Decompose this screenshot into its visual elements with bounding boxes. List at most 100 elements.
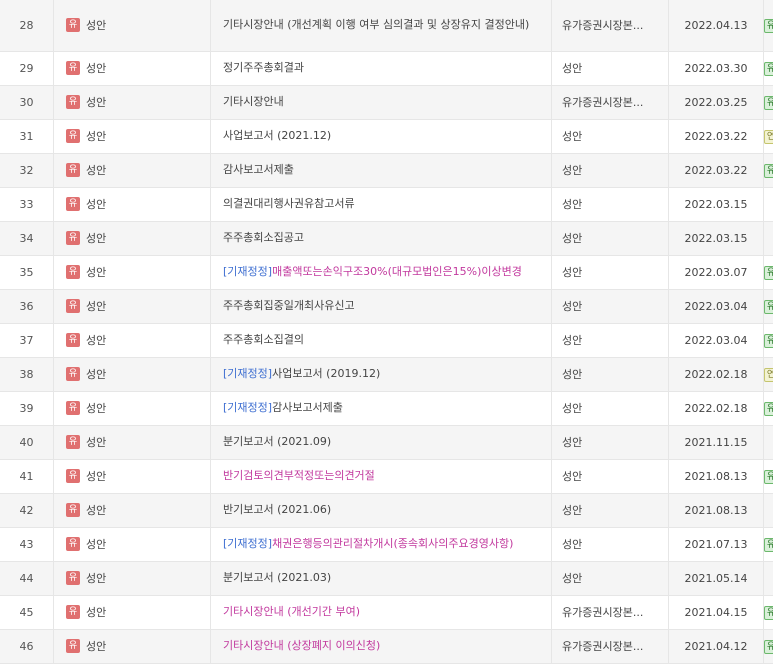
remark-cell: 유 <box>763 153 773 188</box>
company-cell: 유 성안 <box>53 391 211 426</box>
report-title-link[interactable]: 반기보고서 (2021.06) <box>223 503 331 516</box>
company-cell: 유 성안 <box>53 221 211 256</box>
remark-cell: 유 <box>763 595 773 630</box>
submitter: 유가증권시장본... <box>551 595 669 630</box>
table-row: 46 유 성안 기타시장안내 (상장폐지 이의신청) 유가증권시장본... 2021.04… <box>0 629 773 664</box>
remark-cell <box>763 187 773 222</box>
company-link[interactable]: 성안 <box>86 334 106 347</box>
remark-badge: 유 <box>764 469 773 484</box>
row-number: 43 <box>0 527 54 562</box>
report-title-cell: 의결권대리행사권유참고서류 <box>210 187 552 222</box>
report-title-link[interactable]: [기재정정]사업보고서 (2019.12) <box>223 367 380 380</box>
report-title-cell: 기타시장안내 (개선계획 이행 여부 심의결과 및 상장유지 결정안내) <box>210 0 552 52</box>
report-title-link[interactable]: 기타시장안내 (개선기간 부여) <box>223 605 360 618</box>
row-number: 46 <box>0 629 54 664</box>
table-row: 41 유 성안 반기검토의견부적정또는의견거절 성안 2021.08.13 유 <box>0 459 773 494</box>
report-title-link[interactable]: 반기검토의견부적정또는의견거절 <box>223 469 375 482</box>
company-cell: 유 성안 <box>53 255 211 290</box>
report-title-cell: 분기보고서 (2021.09) <box>210 425 552 460</box>
remark-badge: 연 <box>764 129 773 144</box>
report-title: 감사보고서제출 <box>272 401 343 414</box>
report-title-link[interactable]: [기재정정]감사보고서제출 <box>223 401 343 414</box>
company-cell: 유 성안 <box>53 51 211 86</box>
table-row: 43 유 성안 [기재정정]채권은행등의관리절차개시(종속회사의주요경영사항) 성안 20… <box>0 527 773 562</box>
report-title-cell: 반기검토의견부적정또는의견거절 <box>210 459 552 494</box>
company-link[interactable]: 성안 <box>86 198 106 211</box>
receipt-date: 2021.04.12 <box>668 629 764 664</box>
company-link[interactable]: 성안 <box>86 436 106 449</box>
table-row: 33 유 성안 의결권대리행사권유참고서류 성안 2022.03.15 <box>0 187 773 222</box>
correction-tag: [기재정정] <box>223 537 273 550</box>
company-link[interactable]: 성안 <box>86 606 106 619</box>
remark-cell: 유 <box>763 85 773 120</box>
company-link[interactable]: 성안 <box>86 300 106 313</box>
report-title-cell: 분기보고서 (2021.03) <box>210 561 552 596</box>
receipt-date: 2022.03.07 <box>668 255 764 290</box>
report-title-link[interactable]: 주주총회소집결의 <box>223 333 304 346</box>
submitter: 성안 <box>551 425 669 460</box>
remark-cell <box>763 425 773 460</box>
receipt-date: 2022.03.22 <box>668 119 764 154</box>
submitter: 유가증권시장본... <box>551 0 669 52</box>
company-link[interactable]: 성안 <box>86 572 106 585</box>
market-badge: 유 <box>66 537 80 551</box>
report-title: 주주총회집중일개최사유신고 <box>223 299 355 312</box>
report-title: 기타시장안내 (개선계획 이행 여부 심의결과 및 상장유지 결정안내) <box>223 18 530 32</box>
row-number: 40 <box>0 425 54 460</box>
company-link[interactable]: 성안 <box>86 538 106 551</box>
remark-badge: 유 <box>764 605 773 620</box>
report-title-link[interactable]: 기타시장안내 (상장폐지 이의신청) <box>223 639 380 652</box>
company-link[interactable]: 성안 <box>86 96 106 109</box>
company-cell: 유 성안 <box>53 357 211 392</box>
table-row: 34 유 성안 주주총회소집공고 성안 2022.03.15 <box>0 221 773 256</box>
report-title-link[interactable]: 기타시장안내 (개선계획 이행 여부 심의결과 및 상장유지 결정안내) <box>223 18 529 31</box>
market-badge: 유 <box>66 61 80 75</box>
remark-badge: 유 <box>764 333 773 348</box>
report-title-link[interactable]: 분기보고서 (2021.03) <box>223 571 331 584</box>
market-badge: 유 <box>66 639 80 653</box>
receipt-date: 2022.02.18 <box>668 357 764 392</box>
report-title: 채권은행등의관리절차개시(종속회사의주요경영사항) <box>272 537 514 550</box>
table-row: 32 유 성안 감사보고서제출 성안 2022.03.22 유 <box>0 153 773 188</box>
report-title-link[interactable]: 의결권대리행사권유참고서류 <box>223 197 355 210</box>
report-title-link[interactable]: 주주총회집중일개최사유신고 <box>223 299 355 312</box>
receipt-date: 2021.11.15 <box>668 425 764 460</box>
row-number: 30 <box>0 85 54 120</box>
receipt-date: 2021.04.15 <box>668 595 764 630</box>
submitter: 성안 <box>551 323 669 358</box>
table-row: 40 유 성안 분기보고서 (2021.09) 성안 2021.11.15 <box>0 425 773 460</box>
submitter: 유가증권시장본... <box>551 85 669 120</box>
report-title-cell: 주주총회소집결의 <box>210 323 552 358</box>
company-link[interactable]: 성안 <box>86 640 106 653</box>
report-title: 분기보고서 (2021.03) <box>223 571 332 584</box>
row-number: 41 <box>0 459 54 494</box>
receipt-date: 2022.03.25 <box>668 85 764 120</box>
remark-cell: 유 <box>763 255 773 290</box>
market-badge: 유 <box>66 367 80 381</box>
company-link[interactable]: 성안 <box>86 130 106 143</box>
company-link[interactable]: 성안 <box>86 164 106 177</box>
company-link[interactable]: 성안 <box>86 19 106 32</box>
report-title-link[interactable]: 기타시장안내 <box>223 95 284 108</box>
company-link[interactable]: 성안 <box>86 368 106 381</box>
receipt-date: 2022.03.30 <box>668 51 764 86</box>
report-title-link[interactable]: 감사보고서제출 <box>223 163 294 176</box>
submitter: 성안 <box>551 221 669 256</box>
report-title-link[interactable]: [기재정정]매출액또는손익구조30%(대규모법인은15%)이상변경 <box>223 265 522 278</box>
company-link[interactable]: 성안 <box>86 266 106 279</box>
report-title-link[interactable]: 사업보고서 (2021.12) <box>223 129 331 142</box>
report-title-link[interactable]: 주주총회소집공고 <box>223 231 304 244</box>
market-badge: 유 <box>66 571 80 585</box>
company-link[interactable]: 성안 <box>86 504 106 517</box>
report-title: 기타시장안내 (상장폐지 이의신청) <box>223 639 381 652</box>
report-title-link[interactable]: [기재정정]채권은행등의관리절차개시(종속회사의주요경영사항) <box>223 537 513 550</box>
report-title-link[interactable]: 분기보고서 (2021.09) <box>223 435 331 448</box>
report-title-cell: 반기보고서 (2021.06) <box>210 493 552 528</box>
company-link[interactable]: 성안 <box>86 232 106 245</box>
company-link[interactable]: 성안 <box>86 402 106 415</box>
report-title-link[interactable]: 정기주주총회결과 <box>223 61 304 74</box>
row-number: 29 <box>0 51 54 86</box>
company-link[interactable]: 성안 <box>86 470 106 483</box>
company-link[interactable]: 성안 <box>86 62 106 75</box>
report-title: 반기보고서 (2021.06) <box>223 503 332 516</box>
